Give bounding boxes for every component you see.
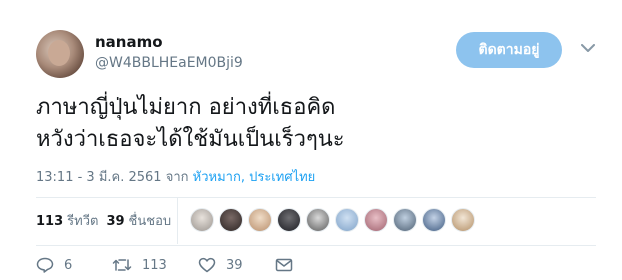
reply-button[interactable]: 6 <box>36 257 112 273</box>
liker-avatar[interactable] <box>306 208 330 232</box>
likes-label: ชื่นชอบ <box>128 214 172 229</box>
liker-avatar[interactable] <box>190 208 214 232</box>
timestamp[interactable]: 13:11 - 3 มี.ค. 2561 จาก <box>36 170 189 185</box>
tweet-text: ภาษาญี่ปุ่นไม่ยาก อย่างที่เธอคิด หวังว่า… <box>36 92 596 156</box>
chevron-down-icon[interactable] <box>578 38 598 58</box>
retweets-label: รีทวีต <box>67 214 99 229</box>
tweet-text-line-2: หวังว่าเธอจะได้ใช้มันเป็นเร็วๆนะ <box>36 127 345 152</box>
location-link[interactable]: หัวหมาก, ประเทศไทย <box>193 170 316 185</box>
user-handle[interactable]: @W4BBLHEaEM0Bji9 <box>95 55 243 71</box>
display-name[interactable]: nanamo <box>95 33 163 51</box>
like-button[interactable]: 39 <box>198 257 275 273</box>
retweet-button[interactable]: 113 <box>112 258 198 273</box>
dm-icon <box>275 258 293 272</box>
tweet-actions: 6 113 39 <box>36 257 293 273</box>
liker-avatar[interactable] <box>248 208 272 232</box>
retweets-stat[interactable]: 113 รีทวีต <box>36 210 98 231</box>
like-icon <box>198 257 216 273</box>
tweet-text-line-1: ภาษาญี่ปุ่นไม่ยาก อย่างที่เธอคิด <box>36 95 336 120</box>
divider-top <box>36 197 596 198</box>
like-count: 39 <box>226 257 243 273</box>
reply-count: 6 <box>64 257 73 273</box>
tweet-stats: 113 รีทวีต 39 ชื่นชอบ <box>36 210 179 231</box>
reply-icon <box>36 257 54 273</box>
liker-avatar[interactable] <box>451 208 475 232</box>
divider-bottom <box>36 245 596 246</box>
likes-stat[interactable]: 39 ชื่นชอบ <box>106 210 171 231</box>
avatar[interactable] <box>36 30 84 78</box>
following-button[interactable]: ติดตามอยู่ <box>456 32 562 68</box>
retweets-count: 113 <box>36 214 64 229</box>
liker-avatar[interactable] <box>364 208 388 232</box>
liker-avatars <box>190 208 480 232</box>
retweet-icon <box>112 258 132 272</box>
liker-avatar[interactable] <box>422 208 446 232</box>
liker-avatar[interactable] <box>335 208 359 232</box>
liker-avatar[interactable] <box>219 208 243 232</box>
liker-avatar[interactable] <box>277 208 301 232</box>
direct-message-button[interactable] <box>275 258 293 272</box>
likes-count: 39 <box>106 214 125 229</box>
liker-avatar[interactable] <box>393 208 417 232</box>
stats-divider <box>177 198 178 244</box>
retweet-count: 113 <box>142 257 167 273</box>
tweet-meta: 13:11 - 3 มี.ค. 2561 จาก หัวหมาก, ประเทศ… <box>36 166 315 187</box>
